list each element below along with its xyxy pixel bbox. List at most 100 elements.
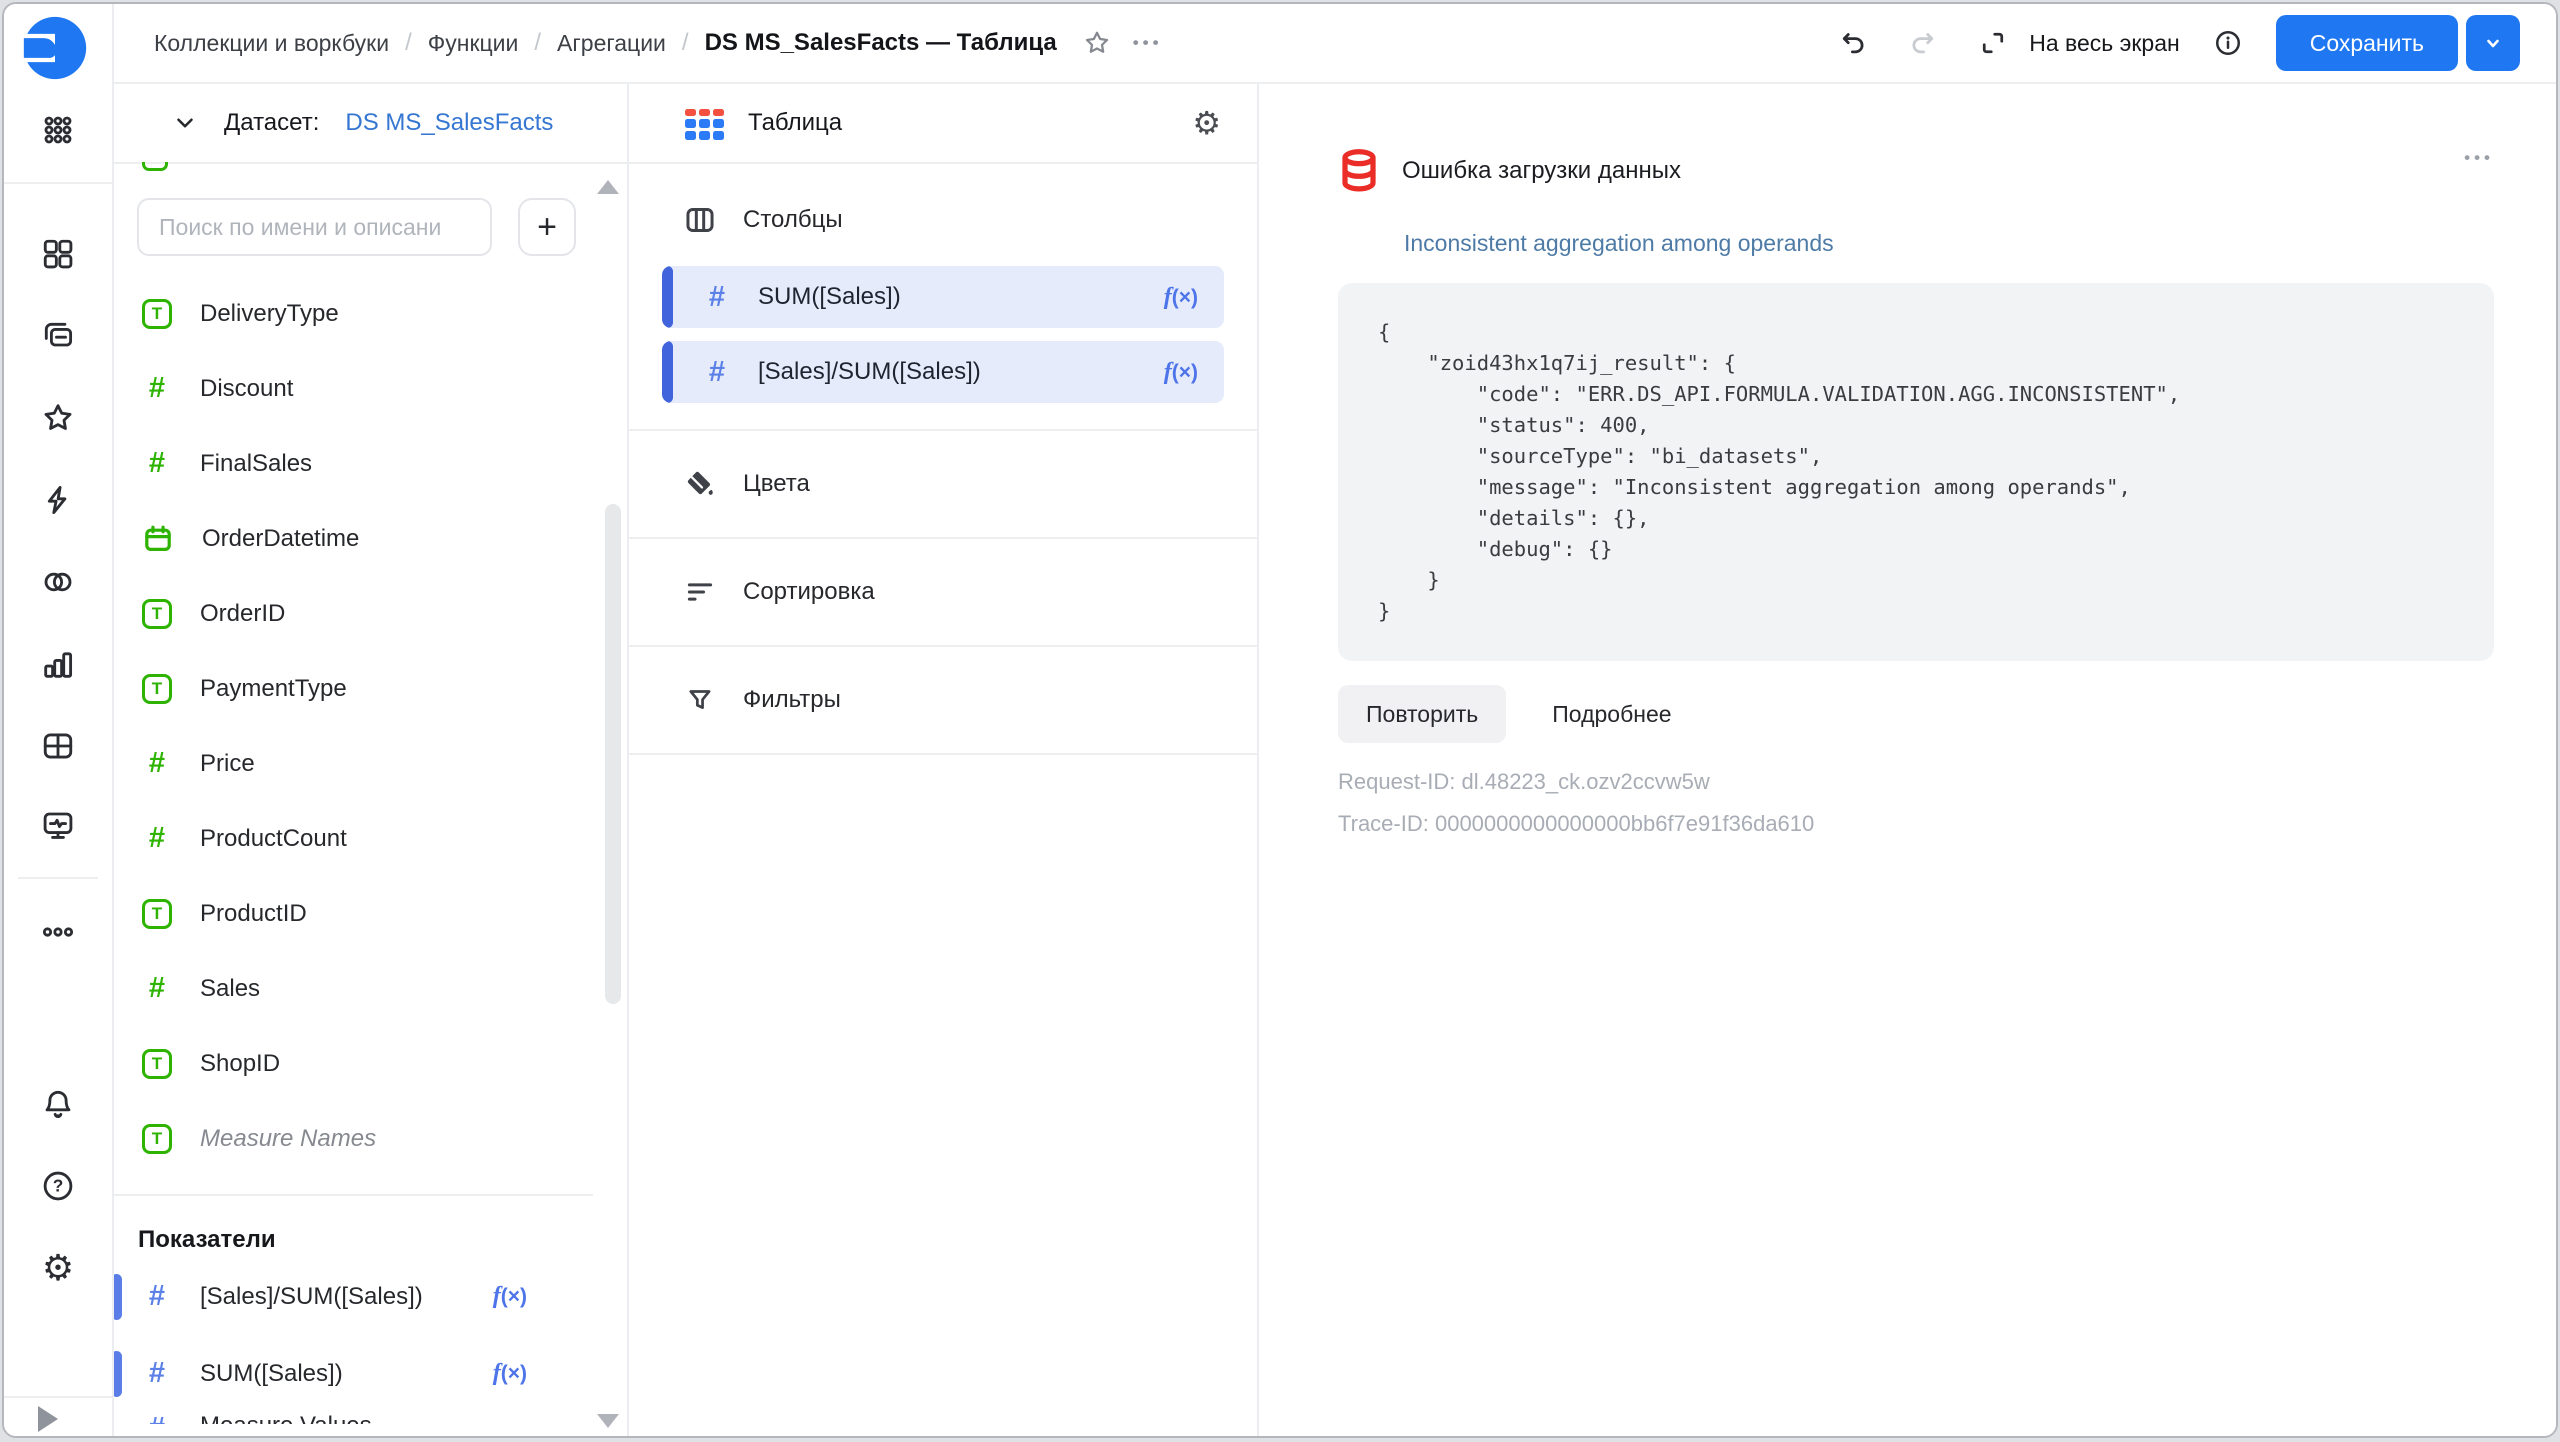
field-row[interactable]: #ProductCount <box>142 801 627 876</box>
field-row[interactable]: TDeliveryType <box>142 276 627 351</box>
more-dots-icon[interactable] <box>39 913 77 951</box>
top-bar: Коллекции и воркбуки / Функции / Агрегац… <box>114 4 2556 84</box>
string-field-icon: T <box>142 674 172 704</box>
field-row[interactable]: T ShopID <box>142 1026 627 1101</box>
fullscreen-icon[interactable] <box>1971 21 2015 65</box>
column-field-chip[interactable]: #[Sales]/SUM([Sales])f(×) <box>662 341 1224 403</box>
datalens-logo-icon[interactable] <box>21 14 89 82</box>
number-field-icon: # <box>142 747 172 780</box>
field-row[interactable]: # Price <box>142 726 627 801</box>
collapse-chevron-icon[interactable] <box>172 110 198 136</box>
section-divider <box>629 753 1257 755</box>
settings-gear-icon[interactable]: ⚙ <box>39 1249 77 1287</box>
field-name: ShopID <box>200 1050 280 1078</box>
chart-preview-panel: ••• Ошибка загрузки данных Inconsistent … <box>1261 86 2556 1436</box>
fullscreen-label[interactable]: На весь экран <box>2029 30 2180 57</box>
save-options-caret-button[interactable] <box>2466 15 2520 71</box>
field-search-input[interactable] <box>137 198 492 256</box>
add-field-button[interactable]: + <box>518 198 576 256</box>
collections-icon[interactable] <box>39 317 77 355</box>
field-row[interactable]: #Sales <box>142 951 627 1026</box>
string-field-icon: T <box>142 899 172 929</box>
measure-name: SUM([Sales]) <box>200 1360 343 1388</box>
favorites-star-icon[interactable] <box>39 399 77 437</box>
breadcrumb-collections[interactable]: Коллекции и воркбуки <box>154 30 389 57</box>
error-more-menu-icon[interactable]: ••• <box>2464 148 2494 168</box>
error-json: { "zoid43hx1q7ij_result": { "code": "ERR… <box>1378 317 2454 627</box>
expand-rail-arrow-icon[interactable] <box>38 1406 58 1432</box>
error-details-link[interactable]: Inconsistent aggregation among operands <box>1404 230 1834 257</box>
help-icon[interactable]: ? <box>39 1167 77 1205</box>
columns-field-chips: #SUM([Sales])f(×)#[Sales]/SUM([Sales])f(… <box>629 258 1257 429</box>
measure-row[interactable]: # [Sales]/SUM([Sales]) f(×) <box>114 1258 627 1335</box>
notifications-bell-icon[interactable] <box>39 1085 77 1123</box>
field-name: Discount <box>200 375 293 403</box>
apps-grid-icon[interactable] <box>39 111 77 149</box>
save-button[interactable]: Сохранить <box>2276 15 2458 71</box>
error-code-block: { "zoid43hx1q7ij_result": { "code": "ERR… <box>1338 283 2494 661</box>
dataset-panel: Датасет: DS MS_SalesFacts + TDeliveryTyp… <box>114 84 629 1436</box>
chart-type-label[interactable]: Таблица <box>748 109 842 137</box>
sort-section[interactable]: Сортировка <box>629 539 1257 645</box>
monitoring-icon[interactable] <box>39 807 77 845</box>
field-row[interactable]: TOrderID <box>142 576 627 651</box>
redo-icon[interactable] <box>1901 21 1945 65</box>
undo-icon[interactable] <box>1831 21 1875 65</box>
dataset-label: Датасет: <box>224 109 319 137</box>
breadcrumb-functions[interactable]: Функции <box>428 30 519 57</box>
charts-icon[interactable] <box>39 645 77 683</box>
field-name: Price <box>200 750 255 778</box>
formula-icon[interactable]: f(×) <box>493 1360 527 1387</box>
dataset-name-link[interactable]: DS MS_SalesFacts <box>345 109 553 137</box>
filters-label: Фильтры <box>743 686 841 714</box>
column-field-chip[interactable]: #SUM([Sales])f(×) <box>662 266 1224 328</box>
favorite-star-icon[interactable] <box>1075 21 1119 65</box>
field-row[interactable]: T PaymentType <box>142 651 627 726</box>
number-field-icon: # <box>142 1280 172 1313</box>
number-field-icon: # <box>142 372 172 405</box>
field-name: OrderID <box>200 600 285 628</box>
measure-row[interactable]: #SUM([Sales])f(×) <box>114 1335 627 1412</box>
measure-name: [Sales]/SUM([Sales]) <box>200 1283 423 1311</box>
clipped-measure-row: #Measure Values <box>114 1412 627 1424</box>
field-name: DeliveryType <box>200 300 339 328</box>
info-icon[interactable] <box>2206 21 2250 65</box>
table-chart-type-icon[interactable] <box>685 107 724 140</box>
chart-settings-gear-icon[interactable]: ⚙ <box>1192 107 1221 139</box>
quick-actions-bolt-icon[interactable] <box>39 481 77 519</box>
string-field-icon: T <box>142 1049 172 1079</box>
scrollbar-thumb[interactable] <box>605 504 621 1004</box>
field-row[interactable]: T Measure Names <box>142 1101 627 1176</box>
retry-button[interactable]: Повторить <box>1338 685 1506 743</box>
connections-icon[interactable] <box>39 563 77 601</box>
formula-icon[interactable]: f(×) <box>493 1283 527 1310</box>
measure-name: Measure Values <box>200 1412 372 1424</box>
database-error-icon <box>1338 148 1380 194</box>
filters-section[interactable]: Фильтры <box>629 647 1257 753</box>
field-name: PaymentType <box>200 675 347 703</box>
formula-icon[interactable]: f(×) <box>1164 284 1198 311</box>
field-row[interactable]: # Discount <box>142 351 627 426</box>
error-title: Ошибка загрузки данных <box>1402 157 1681 185</box>
page-more-menu-icon[interactable]: ••• <box>1133 33 1163 53</box>
colors-label: Цвета <box>743 470 810 498</box>
details-button[interactable]: Подробнее <box>1530 685 1693 743</box>
app-window: ? ⚙ Коллекции и воркбуки / Функции / Агр… <box>2 2 2558 1438</box>
field-name: Sales <box>200 975 260 1003</box>
dimension-list: TDeliveryType#Discount#FinalSalesOrderDa… <box>114 256 627 1176</box>
formula-icon[interactable]: f(×) <box>1164 359 1198 386</box>
colors-section[interactable]: Цвета <box>629 431 1257 537</box>
measures-header: Показатели <box>114 1196 627 1258</box>
field-row[interactable]: #FinalSales <box>142 426 627 501</box>
string-field-icon: T <box>142 1124 172 1154</box>
number-field-icon: # <box>702 356 732 389</box>
scroll-up-arrow[interactable] <box>597 180 619 194</box>
breadcrumb-aggregations[interactable]: Агрегации <box>557 30 666 57</box>
field-name: Measure Names <box>200 1125 376 1153</box>
scroll-down-arrow[interactable] <box>597 1414 619 1428</box>
datasets-table-icon[interactable] <box>39 727 77 765</box>
chip-field-name: SUM([Sales]) <box>758 283 901 311</box>
field-row[interactable]: TProductID <box>142 876 627 951</box>
workbooks-grid-icon[interactable] <box>39 235 77 273</box>
field-row[interactable]: OrderDatetime <box>142 501 627 576</box>
